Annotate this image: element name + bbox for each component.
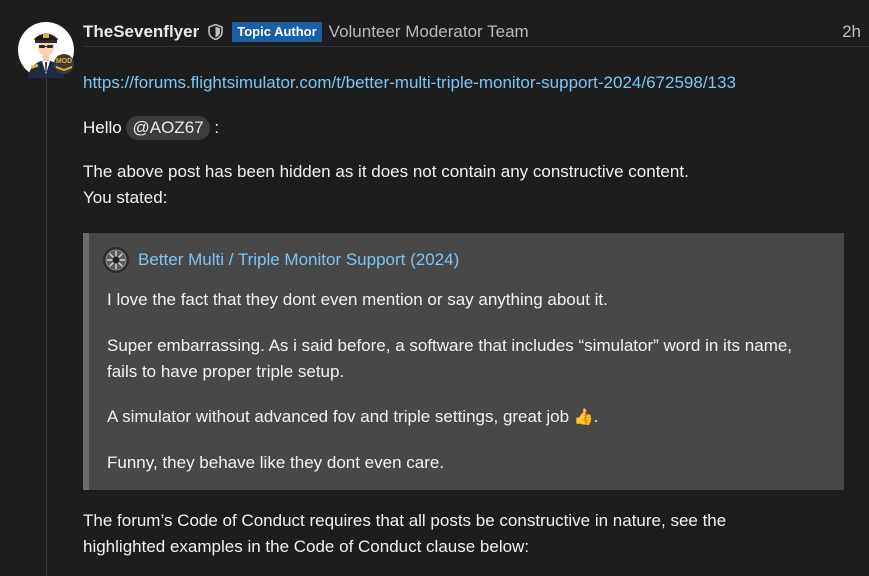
stated-line: You stated: <box>83 188 168 207</box>
quote-block: Better Multi / Triple Monitor Support (2… <box>83 233 844 490</box>
quote-title: Better Multi / Triple Monitor Support (2… <box>103 247 459 273</box>
conduct-paragraph: The forum’s Code of Conduct requires tha… <box>83 508 855 560</box>
thread-line <box>46 72 47 576</box>
username[interactable]: TheSevenflyer <box>83 22 199 42</box>
greeting-text: Hello <box>83 118 122 137</box>
user-mention[interactable]: @AOZ67 <box>126 116 210 140</box>
quote-paragraph-2: Super embarrassing. As i said before, a … <box>107 333 839 385</box>
team-label[interactable]: Volunteer Moderator Team <box>329 22 529 42</box>
topic-author-badge: Topic Author <box>232 22 322 42</box>
hidden-notice: The above post has been hidden as it doe… <box>83 159 855 211</box>
conduct-line2: highlighted examples in the Code of Cond… <box>83 537 530 556</box>
quote-avatar-icon[interactable] <box>103 247 129 273</box>
mod-label: MOD <box>56 58 72 65</box>
quote-p2-line2: fails to have proper triple setup. <box>107 362 345 381</box>
quote-p3-end: . <box>593 407 599 426</box>
greeting-line: Hello @AOZ67 : <box>83 115 855 141</box>
hidden-line: The above post has been hidden as it doe… <box>83 162 689 181</box>
quote-paragraph-4: Funny, they behave like they dont even c… <box>107 453 445 472</box>
header-divider <box>83 46 869 47</box>
shield-icon <box>208 24 224 40</box>
thumbs-up-emoji: 👍 <box>573 409 594 426</box>
quote-paragraph-3: A simulator without advanced fov and tri… <box>107 404 839 431</box>
quote-p3-text: A simulator without advanced fov and tri… <box>107 407 570 426</box>
post-body: https://forums.flightsimulator.com/t/bet… <box>83 70 855 211</box>
forum-post: MOD TheSevenflyer Topic Author Volunteer… <box>0 0 869 576</box>
quote-paragraph-1: I love the fact that they dont even ment… <box>107 290 608 309</box>
quote-topic-link[interactable]: Better Multi / Triple Monitor Support (2… <box>138 250 459 270</box>
post-timestamp[interactable]: 2h <box>842 22 861 42</box>
topic-link[interactable]: https://forums.flightsimulator.com/t/bet… <box>83 73 736 92</box>
quote-p2-line1: Super embarrassing. As i said before, a … <box>107 336 793 355</box>
greeting-colon: : <box>214 118 220 137</box>
mod-badge-icon: MOD <box>51 54 77 74</box>
post-header: TheSevenflyer Topic Author Volunteer Mod… <box>83 19 861 45</box>
conduct-line1: The forum’s Code of Conduct requires tha… <box>83 511 727 530</box>
